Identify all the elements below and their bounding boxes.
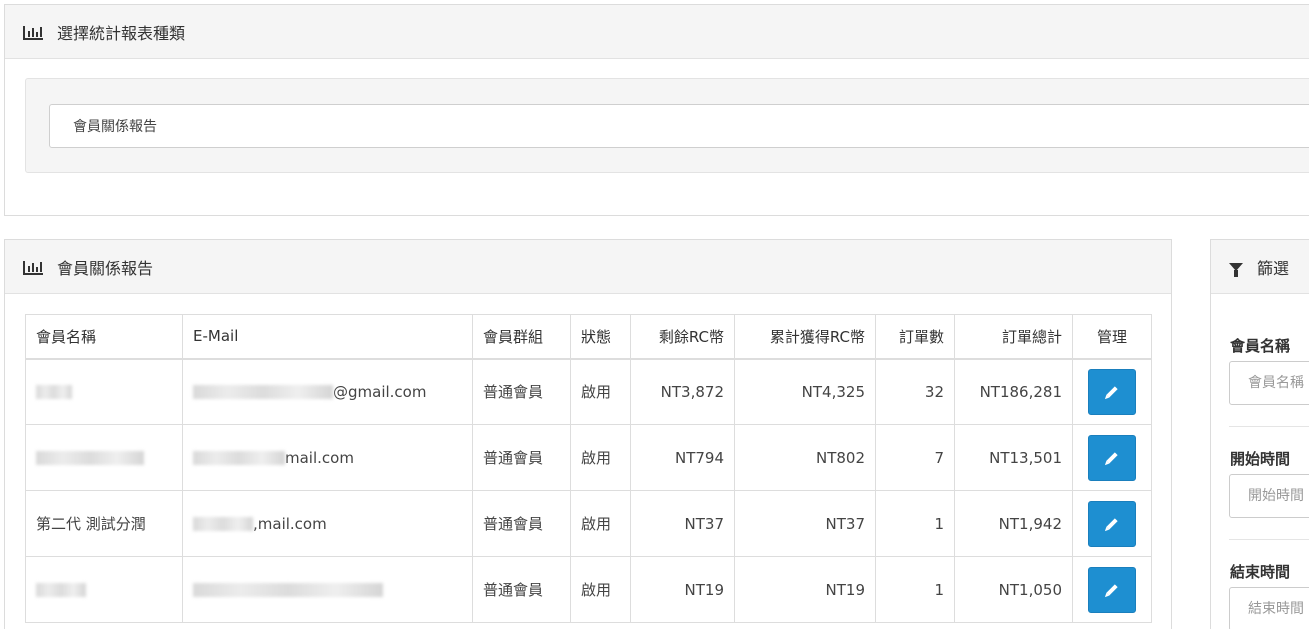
group-cell: 普通會員 (472, 556, 571, 623)
manage-cell (1072, 424, 1152, 491)
col-rc-total: 累計獲得RC幣 (734, 314, 876, 360)
group-cell: 普通會員 (472, 424, 571, 491)
order-total-cell: NT1,050 (954, 556, 1073, 623)
status-cell: 啟用 (570, 358, 631, 425)
manage-cell (1072, 556, 1152, 623)
member-name-label: 會員名稱 (1230, 337, 1291, 355)
pencil-icon (1106, 451, 1118, 464)
report-type-select[interactable]: 會員關係報告 (49, 104, 1309, 148)
orders-cell: 32 (875, 358, 955, 425)
redacted-text (36, 583, 86, 597)
email-cell: mail.com (182, 424, 473, 491)
member-name-cell (25, 358, 183, 425)
rc-total-cell: NT19 (734, 556, 876, 623)
report-type-heading: 選擇統計報表種類 (5, 5, 1309, 59)
start-time-input[interactable] (1229, 474, 1309, 518)
rc-left-cell: NT19 (630, 556, 735, 623)
bar-chart-icon (23, 24, 43, 40)
col-orders: 訂單數 (875, 314, 955, 360)
status-cell: 啟用 (570, 556, 631, 623)
pencil-icon (1106, 386, 1118, 398)
report-type-title: 選擇統計報表種類 (57, 23, 186, 43)
rc-left-cell: NT3,872 (630, 358, 735, 425)
rc-total-cell: NT802 (734, 424, 876, 491)
filter-panel: 篩選 會員名稱 開始時間 結束時間 (1210, 239, 1309, 629)
bar-chart-icon (23, 259, 43, 275)
orders-cell: 1 (875, 556, 955, 623)
edit-button[interactable] (1088, 368, 1136, 415)
group-cell: 普通會員 (472, 358, 571, 425)
edit-button[interactable] (1088, 500, 1136, 547)
col-group: 會員群組 (472, 314, 571, 360)
member-report-title: 會員關係報告 (57, 258, 154, 278)
orders-cell: 1 (875, 490, 955, 557)
filter-icon (1229, 259, 1245, 277)
email-cell: @gmail.com (182, 358, 473, 425)
col-manage: 管理 (1072, 314, 1152, 360)
member-name-cell: 第二代 測試分潤 (25, 490, 183, 557)
table-row: 普通會員 啟用 NT19 NT19 1 NT1,050 (25, 556, 1152, 623)
col-email: E-Mail (182, 314, 473, 360)
divider (1229, 539, 1309, 540)
start-time-label: 開始時間 (1230, 450, 1291, 468)
redacted-text (193, 451, 285, 465)
redacted-text (193, 385, 333, 400)
report-type-panel: 選擇統計報表種類 會員關係報告 (4, 4, 1309, 216)
table-row: 第二代 測試分潤 ,mail.com 普通會員 啟用 NT37 NT37 1 N… (25, 490, 1152, 557)
end-time-input[interactable] (1229, 587, 1309, 629)
col-member-name: 會員名稱 (25, 314, 183, 360)
filter-title: 篩選 (1257, 258, 1290, 278)
col-rc-left: 剩餘RC幣 (630, 314, 735, 360)
member-report-heading: 會員關係報告 (5, 240, 1171, 294)
member-name-cell (25, 424, 183, 491)
redacted-text (36, 385, 72, 400)
redacted-text (193, 517, 253, 531)
report-type-well: 會員關係報告 (25, 78, 1309, 173)
member-report-table: 會員名稱 E-Mail 會員群組 狀態 剩餘RC幣 累計獲得RC幣 訂單數 訂單… (25, 314, 1152, 623)
rc-total-cell: NT4,325 (734, 358, 876, 425)
edit-button[interactable] (1088, 434, 1136, 481)
filter-heading: 篩選 (1211, 240, 1309, 294)
redacted-text (193, 583, 383, 597)
col-status: 狀態 (570, 314, 631, 360)
divider (1229, 426, 1309, 427)
table-header-row: 會員名稱 E-Mail 會員群組 狀態 剩餘RC幣 累計獲得RC幣 訂單數 訂單… (25, 314, 1152, 360)
rc-left-cell: NT37 (630, 490, 735, 557)
order-total-cell: NT186,281 (954, 358, 1073, 425)
manage-cell (1072, 358, 1152, 425)
email-cell: ,mail.com (182, 490, 473, 557)
member-report-panel: 會員關係報告 會員名稱 E-Mail 會員群組 狀態 剩餘RC幣 累計獲得RC幣… (4, 239, 1172, 629)
rc-total-cell: NT37 (734, 490, 876, 557)
order-total-cell: NT13,501 (954, 424, 1073, 491)
col-order-total: 訂單總計 (954, 314, 1073, 360)
orders-cell: 7 (875, 424, 955, 491)
status-cell: 啟用 (570, 424, 631, 491)
pencil-icon (1106, 517, 1118, 530)
member-name-input[interactable] (1229, 361, 1309, 405)
manage-cell (1072, 490, 1152, 557)
rc-left-cell: NT794 (630, 424, 735, 491)
table-row: @gmail.com 普通會員 啟用 NT3,872 NT4,325 32 NT… (25, 358, 1152, 425)
group-cell: 普通會員 (472, 490, 571, 557)
edit-button[interactable] (1088, 566, 1136, 613)
email-cell (182, 556, 473, 623)
member-name-cell (25, 556, 183, 623)
table-row: mail.com 普通會員 啟用 NT794 NT802 7 NT13,501 (25, 424, 1152, 491)
status-cell: 啟用 (570, 490, 631, 557)
pencil-icon (1106, 583, 1118, 596)
order-total-cell: NT1,942 (954, 490, 1073, 557)
redacted-text (36, 451, 144, 465)
end-time-label: 結束時間 (1230, 563, 1291, 581)
